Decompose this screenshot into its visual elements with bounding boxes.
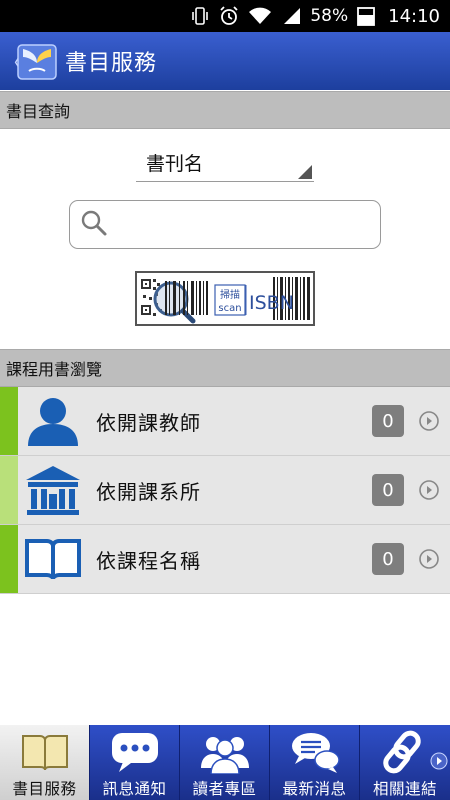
open-book-icon bbox=[18, 525, 88, 594]
nav-item-latest-news[interactable]: 最新消息 bbox=[270, 725, 360, 800]
isbn-label-bottom: scan bbox=[218, 303, 241, 314]
search-field-dropdown[interactable]: 書刊名 bbox=[136, 144, 314, 182]
teacher-icon bbox=[18, 387, 88, 456]
isbn-label: ISBN bbox=[249, 292, 294, 314]
page-title: 書目服務 bbox=[65, 51, 158, 76]
vibrate-icon bbox=[190, 6, 210, 26]
nav-item-related-links[interactable]: 相關連結 bbox=[360, 725, 450, 800]
battery-percent: 58% bbox=[310, 6, 349, 26]
dropdown-arrow-icon bbox=[298, 165, 312, 179]
alarm-icon bbox=[218, 5, 240, 27]
nav-item-notifications[interactable]: 訊息通知 bbox=[90, 725, 180, 800]
nav-label: 相關連結 bbox=[372, 780, 437, 798]
chevron-right-icon[interactable] bbox=[418, 548, 440, 570]
link-chain-icon bbox=[377, 727, 433, 777]
book-icon bbox=[17, 727, 73, 777]
chevron-right-icon[interactable] bbox=[418, 479, 440, 501]
search-box[interactable] bbox=[69, 200, 381, 249]
item-accent bbox=[0, 456, 18, 524]
section-title: 書目查詢 bbox=[6, 102, 71, 121]
speech-bubble-icon bbox=[107, 727, 163, 777]
isbn-label-top: 掃描 bbox=[220, 288, 240, 301]
app-logo-icon[interactable] bbox=[15, 39, 59, 83]
item-count-badge: 0 bbox=[372, 474, 404, 506]
item-count-badge: 0 bbox=[372, 543, 404, 575]
battery-icon bbox=[356, 5, 376, 27]
app-header: 〈 書目服務 bbox=[0, 32, 450, 90]
search-icon bbox=[80, 209, 108, 241]
clock: 14:10 bbox=[388, 5, 440, 27]
chevron-right-icon[interactable] bbox=[418, 410, 440, 432]
nav-label: 訊息通知 bbox=[102, 780, 167, 798]
item-label: 依開課教師 bbox=[96, 410, 201, 435]
scan-isbn-button[interactable]: 掃描 scan ISBN bbox=[135, 271, 315, 326]
nav-label: 書目服務 bbox=[12, 780, 77, 798]
more-arrow-icon[interactable] bbox=[430, 752, 448, 770]
section-header-search: 書目查詢 bbox=[0, 91, 450, 129]
item-label: 依開課系所 bbox=[96, 479, 201, 504]
browse-by-teacher[interactable]: 依開課教師 0 bbox=[0, 387, 450, 456]
wifi-icon bbox=[248, 6, 272, 26]
signal-icon bbox=[280, 6, 302, 26]
users-group-icon bbox=[197, 727, 253, 777]
item-count-badge: 0 bbox=[372, 405, 404, 437]
item-accent bbox=[0, 525, 18, 593]
browse-by-department[interactable]: 依開課系所 0 bbox=[0, 456, 450, 525]
nav-item-reader-zone[interactable]: 讀者專區 bbox=[180, 725, 270, 800]
nav-label: 最新消息 bbox=[282, 780, 347, 798]
bottom-nav: 書目服務 訊息通知 讀者專區 最新消息 相關連結 bbox=[0, 725, 450, 800]
status-bar: 58% 14:10 bbox=[0, 0, 450, 32]
section-header-browse: 課程用書瀏覽 bbox=[0, 349, 450, 387]
search-input[interactable] bbox=[116, 201, 380, 248]
item-accent bbox=[0, 387, 18, 455]
department-building-icon bbox=[18, 456, 88, 525]
section-title: 課程用書瀏覽 bbox=[6, 360, 103, 379]
back-chevron-icon[interactable]: 〈 bbox=[3, 47, 23, 76]
item-label: 依課程名稱 bbox=[96, 548, 201, 573]
nav-label: 讀者專區 bbox=[192, 780, 257, 798]
dropdown-selected-value: 書刊名 bbox=[146, 153, 204, 175]
chat-bubbles-icon bbox=[287, 727, 343, 777]
browse-by-course-name[interactable]: 依課程名稱 0 bbox=[0, 525, 450, 594]
nav-item-bibliographic-services[interactable]: 書目服務 bbox=[0, 725, 90, 800]
